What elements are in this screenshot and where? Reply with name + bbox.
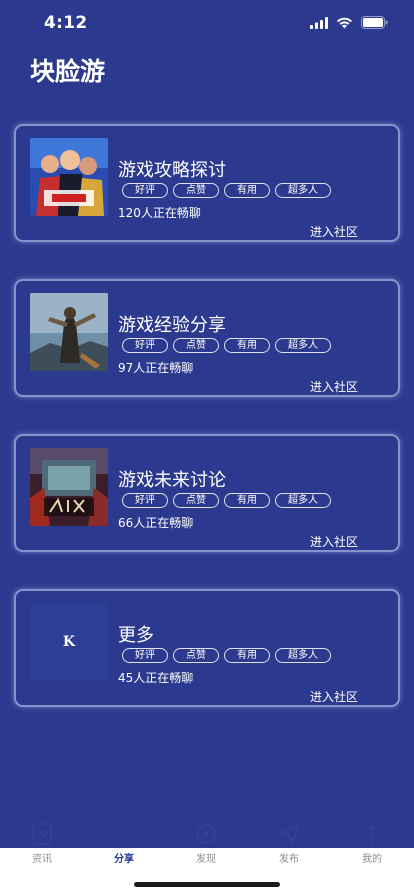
tag: 点赞 — [173, 338, 219, 353]
community-card[interactable]: 游戏未来讨论 好评 点赞 有用 超多人 66人正在畅聊 进入社区 — [14, 434, 400, 552]
enter-community-link[interactable]: 进入社区 — [310, 378, 358, 395]
card-title: 更多 — [118, 625, 154, 646]
tag: 有用 — [224, 183, 270, 198]
tag: 好评 — [122, 338, 168, 353]
tag: 好评 — [122, 493, 168, 508]
online-count: 45人正在畅聊 — [118, 671, 194, 685]
enter-community-link[interactable]: 进入社区 — [310, 533, 358, 550]
card-thumbnail — [30, 448, 108, 526]
profile-icon — [360, 822, 384, 846]
tab-label: 发布 — [279, 854, 299, 865]
community-card[interactable]: 游戏经验分享 好评 点赞 有用 超多人 97人正在畅聊 进入社区 — [14, 279, 400, 397]
tag: 有用 — [224, 493, 270, 508]
tag: 好评 — [122, 183, 168, 198]
tag: 超多人 — [275, 338, 331, 353]
tab-label: 分享 — [114, 854, 134, 865]
tag: 点赞 — [173, 183, 219, 198]
page-title: 块脸游 — [30, 57, 106, 86]
card-title: 游戏经验分享 — [118, 315, 226, 336]
card-title: 游戏攻略探讨 — [118, 160, 226, 181]
online-count: 97人正在畅聊 — [118, 361, 194, 375]
signal-icon — [310, 14, 328, 33]
tag: 超多人 — [275, 493, 331, 508]
tag-list: 好评 点赞 有用 超多人 — [122, 183, 331, 198]
enter-community-link[interactable]: 进入社区 — [310, 688, 358, 705]
online-count: 120人正在畅聊 — [118, 206, 201, 220]
online-count: 66人正在畅聊 — [118, 516, 194, 530]
community-card[interactable]: K 更多 好评 点赞 有用 超多人 45人正在畅聊 进入社区 — [14, 589, 400, 707]
tag: 有用 — [224, 648, 270, 663]
tag-list: 好评 点赞 有用 超多人 — [122, 493, 331, 508]
community-card[interactable]: 游戏攻略探讨 好评 点赞 有用 超多人 120人正在畅聊 进入社区 — [14, 124, 400, 242]
status-time: 4:12 — [44, 13, 88, 33]
status-bar: 4:12 — [0, 0, 414, 46]
discover-icon — [194, 822, 218, 846]
tag-list: 好评 点赞 有用 超多人 — [122, 338, 331, 353]
status-icons — [310, 14, 388, 33]
tag-list: 好评 点赞 有用 超多人 — [122, 648, 331, 663]
tab-label: 发现 — [196, 854, 216, 865]
card-thumbnail — [30, 138, 108, 216]
k-logo-icon: K — [62, 634, 76, 650]
publish-icon — [277, 822, 301, 846]
tag: 点赞 — [173, 648, 219, 663]
battery-icon — [361, 14, 388, 33]
tag: 点赞 — [173, 493, 219, 508]
card-thumbnail — [30, 293, 108, 371]
enter-community-link[interactable]: 进入社区 — [310, 223, 358, 240]
tag: 超多人 — [275, 648, 331, 663]
tab-label: 我的 — [362, 854, 382, 865]
share-icon — [112, 822, 136, 846]
tag: 有用 — [224, 338, 270, 353]
tag: 超多人 — [275, 183, 331, 198]
tag: 好评 — [122, 648, 168, 663]
wifi-icon — [336, 14, 353, 33]
news-icon — [30, 822, 54, 846]
card-title: 游戏未来讨论 — [118, 470, 226, 491]
home-indicator — [134, 882, 280, 887]
card-thumbnail: K — [30, 603, 108, 681]
tab-label: 资讯 — [32, 854, 52, 865]
